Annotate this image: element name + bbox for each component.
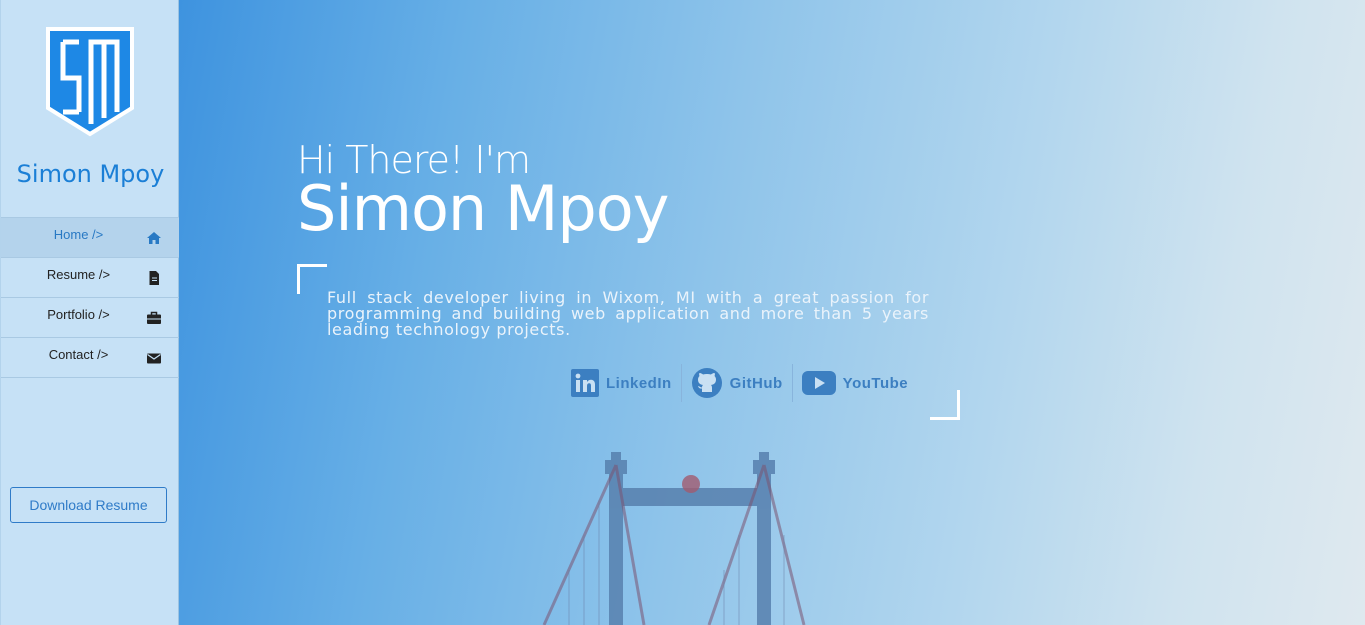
briefcase-icon [146,310,162,326]
github-label: GitHub [729,374,783,392]
hero-bio: Full stack developer living in Wixom, MI… [327,288,929,339]
nav-item-home[interactable]: Home /> [1,218,180,258]
nav-item-contact[interactable]: Contact /> [1,338,180,378]
github-link[interactable]: GitHub [680,364,792,402]
envelope-icon [146,350,162,366]
frame-corner-bottom-right [930,390,960,420]
frame-corner-top-left [297,264,327,294]
youtube-link[interactable]: YouTube [791,364,917,402]
nav-item-label: Resume /> [46,267,111,282]
youtube-label: YouTube [842,374,909,392]
nav-item-resume[interactable]: Resume /> [1,258,180,298]
nav-item-label: Home /> [53,227,104,242]
nav-item-label: Contact /> [48,347,109,362]
brand-name[interactable]: Simon Mpoy [1,160,180,188]
youtube-icon [801,370,843,396]
main-nav: Home /> Resume /> Portfolio /> Contact /… [1,217,180,378]
hero-section: Hi There! I'm Simon Mpoy Full stack deve… [179,0,1365,625]
hero-name: Simon Mpoy [297,172,669,245]
linkedin-label: LinkedIn [606,374,672,392]
home-icon [146,230,162,246]
nav-item-label: Portfolio /> [47,307,110,322]
sm-logo-icon[interactable] [45,26,135,138]
nav-item-portfolio[interactable]: Portfolio /> [1,298,180,338]
bridge-image [542,452,806,625]
file-icon [146,270,162,286]
linkedin-icon [571,369,606,397]
linkedin-link[interactable]: LinkedIn [571,364,681,402]
github-icon [691,367,730,399]
sidebar: Simon Mpoy Home /> Resume /> Portfolio /… [0,0,180,625]
social-links: LinkedIn GitHub YouTube [571,364,917,402]
download-resume-button[interactable]: Download Resume [10,487,167,523]
